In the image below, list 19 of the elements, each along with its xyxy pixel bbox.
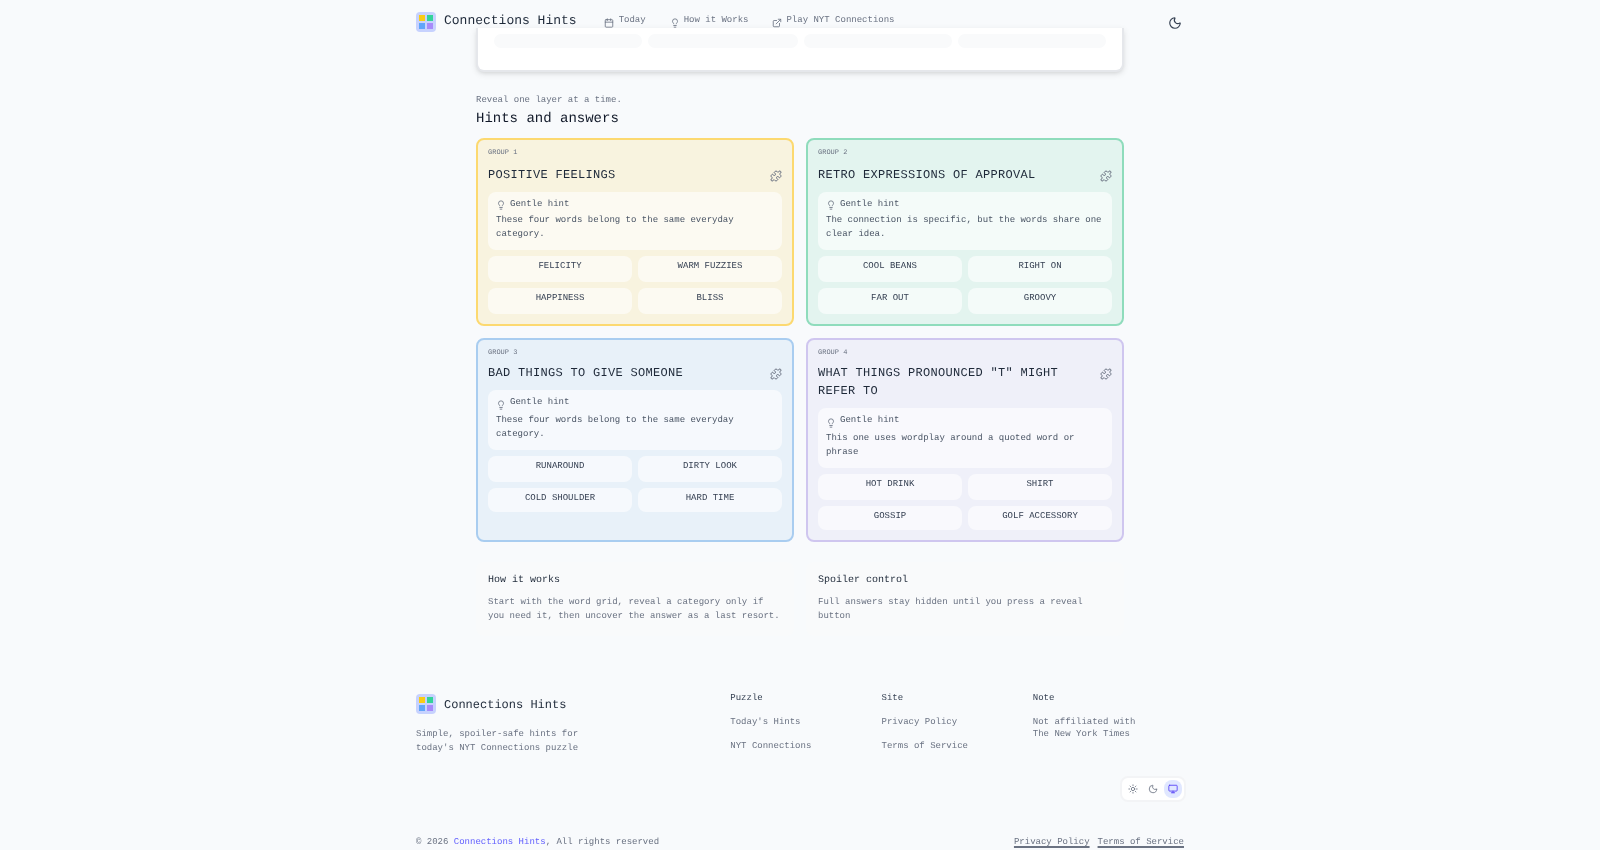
bulb-icon	[496, 200, 506, 211]
calendar-icon	[604, 17, 615, 27]
bulb-icon	[826, 417, 836, 428]
external-link-icon	[772, 17, 783, 27]
logo-icon	[416, 12, 436, 32]
puzzle-icon[interactable]	[770, 368, 782, 380]
bulb-icon	[669, 17, 680, 27]
sun-icon	[1128, 784, 1138, 794]
theme-button[interactable]	[1144, 780, 1162, 798]
monitor-icon	[1168, 784, 1178, 794]
puzzle-icon[interactable]	[1100, 368, 1112, 380]
logo-icon	[416, 694, 436, 714]
theme-button[interactable]	[1164, 780, 1182, 798]
puzzle-icon[interactable]	[1100, 169, 1112, 181]
bulb-icon	[496, 399, 506, 410]
bulb-icon	[826, 200, 836, 211]
moon-icon	[1148, 784, 1158, 794]
puzzle-icon[interactable]	[770, 169, 782, 181]
dark-mode-icon[interactable]	[1168, 15, 1182, 29]
